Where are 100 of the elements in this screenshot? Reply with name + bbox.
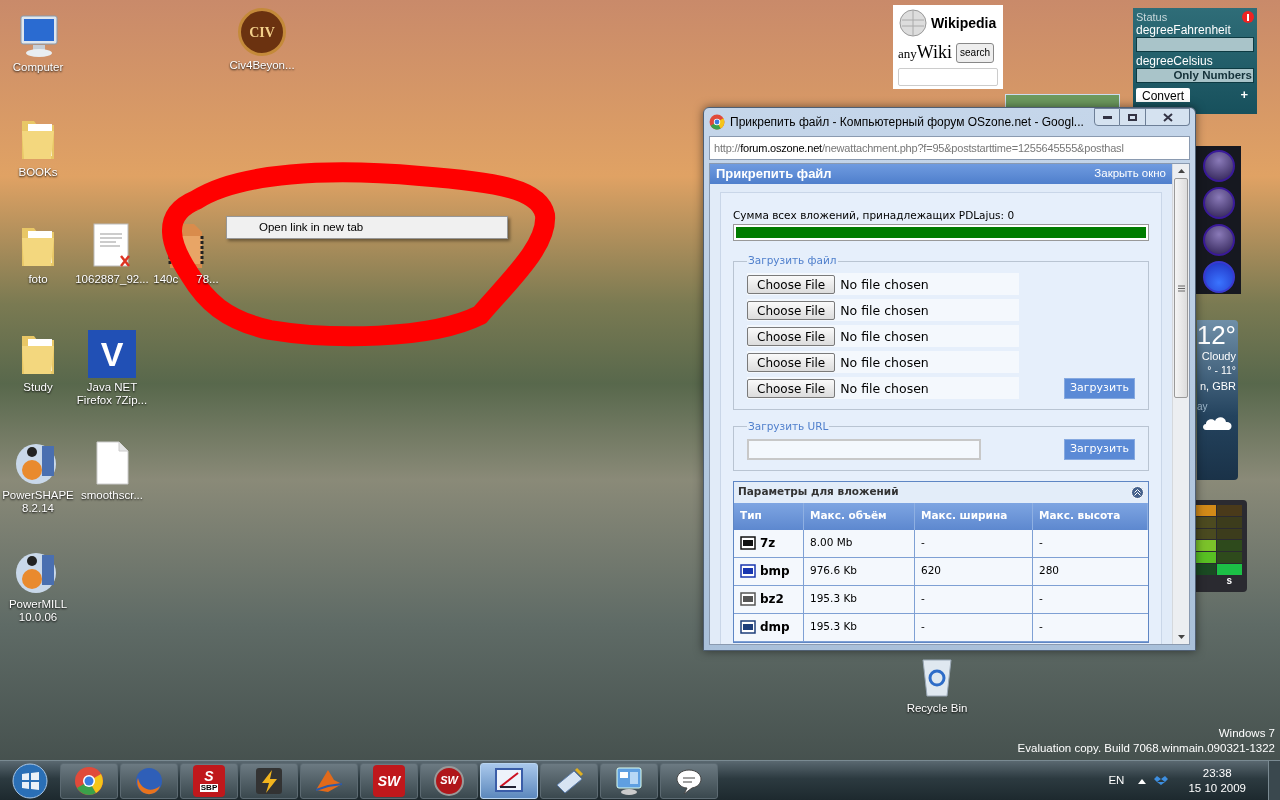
desktop-icon-label: 140c	[153, 273, 179, 286]
desktop-icon[interactable]: 1062887_92...	[74, 220, 150, 286]
file-status-text: No file chosen	[840, 276, 929, 295]
file-input[interactable]: Choose File No file chosen	[747, 351, 1019, 373]
file-type-icon	[740, 563, 756, 580]
close-button[interactable]	[1146, 108, 1190, 126]
file-input[interactable]: Choose File No file chosen	[747, 273, 1019, 295]
file-input[interactable]: Choose File No file chosen	[747, 299, 1019, 321]
table-cell: -	[915, 613, 1033, 642]
url-field[interactable]	[747, 438, 981, 460]
desktop-icon[interactable]: CIV Civ4Beyon...	[224, 6, 300, 72]
meter-segment	[1216, 516, 1242, 528]
url-text: http://forum.oszone.net/newattachment.php?f=95&poststarttime=1255645555&posthasl	[714, 140, 1124, 156]
desktop-icon-label: Study	[23, 381, 53, 394]
desktop-icon-label: 1062887_92...	[75, 273, 149, 286]
day-text: ay	[1197, 400, 1208, 414]
convert-button[interactable]: Convert	[1136, 87, 1191, 102]
os-watermark-text: Evaluation copy. Build 7068.winmain.090321-1322	[1017, 741, 1275, 756]
app-logo-caption: SBP	[199, 784, 219, 792]
os-watermark-text: Windows 7	[1218, 726, 1275, 741]
app-logo-icon: SW	[373, 764, 405, 797]
info-icon[interactable]	[1242, 11, 1254, 23]
lightning-icon	[254, 765, 284, 796]
taskbar-button[interactable]: SW	[360, 762, 418, 799]
desktop-icon-label: Civ4Beyon...	[229, 59, 295, 72]
taskbar-button[interactable]	[660, 762, 718, 799]
unit-label: degreeFahrenheit	[1136, 23, 1232, 37]
search-field[interactable]	[898, 68, 998, 86]
tray-expand-icon[interactable]	[1138, 777, 1147, 784]
grip-icon	[1177, 284, 1185, 292]
desktop-icon-label: Recycle Bin	[906, 701, 968, 716]
window-title: Прикрепить файл - Компьютерный форум OSzone.net - Googl...	[730, 114, 1085, 131]
range-text: ° - 11°	[1207, 363, 1236, 377]
meter-label: s	[1226, 575, 1232, 587]
desktop-icon[interactable]: V Java NET Firefox 7Zip...	[74, 328, 150, 407]
desktop-icon[interactable]: PowerMILL 10.0.06	[0, 545, 76, 624]
browser-icon	[74, 765, 104, 796]
taskbar-button[interactable]	[540, 762, 598, 799]
file-type-icon	[740, 619, 756, 636]
table-cell: -	[915, 529, 1033, 558]
file-type-icon	[740, 591, 756, 608]
file-type-text: bmp	[760, 563, 790, 581]
table-cell: 976.6 Kb	[804, 557, 915, 586]
table-cell: 8.00 Mb	[804, 529, 915, 558]
tablet-pen-icon	[554, 766, 584, 795]
output-field[interactable]: Only Numbers	[1136, 68, 1254, 83]
desktop-icon-label: BOOKs	[18, 166, 58, 179]
search-button[interactable]: search	[956, 42, 995, 63]
clock[interactable]: 23:38 15 10 2009	[1188, 765, 1246, 796]
collapse-icon[interactable]	[1131, 485, 1144, 499]
column-header: Макс. высота	[1033, 502, 1148, 530]
desktop-icon[interactable]: PowerSHAPE 8.2.14	[0, 436, 76, 515]
maximize-button[interactable]	[1120, 108, 1146, 126]
taskbar-button[interactable]: SW	[420, 762, 478, 799]
menu-item[interactable]: Open link in new tab	[229, 219, 505, 236]
address-bar[interactable]: http://forum.oszone.net/newattachment.php?f=95&poststarttime=1255645555&posthasl	[709, 136, 1190, 160]
file-input[interactable]: Choose File No file chosen	[747, 325, 1019, 347]
desktop-icon[interactable]: smoothscr...	[74, 436, 150, 502]
choose-file-button[interactable]: Choose File	[747, 274, 836, 294]
globe-icon	[898, 8, 928, 38]
desktop-icon-label: PowerSHAPE 8.2.14	[1, 489, 75, 515]
language-indicator[interactable]: EN	[1108, 771, 1125, 790]
choose-file-button[interactable]: Choose File	[747, 352, 836, 372]
choose-file-button[interactable]: Choose File	[747, 378, 836, 398]
dialog-title: Прикрепить файл	[716, 165, 832, 183]
table-cell: 620	[915, 557, 1033, 586]
show-desktop-button[interactable]	[1268, 760, 1280, 800]
speech-bubble-icon	[674, 766, 704, 795]
minimize-button[interactable]	[1094, 108, 1120, 126]
meter-segment	[1216, 540, 1242, 552]
scrollbar[interactable]	[1172, 164, 1189, 644]
input-field[interactable]	[1136, 37, 1254, 52]
file-input[interactable]: Choose File No file chosen	[747, 377, 1019, 399]
recycle-bin-icon-item[interactable]: Recycle Bin	[897, 654, 977, 718]
meter-segment	[1216, 552, 1242, 564]
desktop-icon-label: smoothscr...	[81, 489, 143, 502]
taskbar-button[interactable]	[600, 762, 658, 799]
table-cell: -	[915, 585, 1033, 614]
quota-text: Сумма всех вложений, принадлежащих PDLajus: 0	[733, 207, 1016, 223]
taskbar-button[interactable]	[60, 762, 118, 799]
pdf-document-icon	[91, 222, 133, 270]
choose-file-button[interactable]: Choose File	[747, 326, 836, 346]
close-icon	[1162, 112, 1173, 122]
column-header: Макс. объём	[804, 502, 915, 530]
add-button[interactable]: +	[1240, 85, 1248, 105]
file-status-text: No file chosen	[840, 380, 929, 399]
desktop-icon[interactable]: Study	[0, 328, 76, 394]
taskbar-button[interactable]: S SBP	[180, 762, 238, 799]
table-cell: -	[1033, 613, 1148, 642]
file-type-text: dmp	[760, 619, 790, 637]
table-cell: -	[1033, 529, 1148, 558]
tray-app-icon[interactable]	[1154, 773, 1169, 788]
scroll-thumb[interactable]	[1174, 178, 1188, 398]
taskbar-button[interactable]	[240, 762, 298, 799]
file-status-text: No file chosen	[840, 354, 929, 373]
choose-file-button[interactable]: Choose File	[747, 300, 836, 320]
desktop-icon[interactable]: foto	[0, 220, 76, 286]
meter-segment	[1216, 528, 1242, 540]
drawing-screen-icon	[494, 766, 524, 795]
windows-logo-icon	[11, 761, 49, 800]
